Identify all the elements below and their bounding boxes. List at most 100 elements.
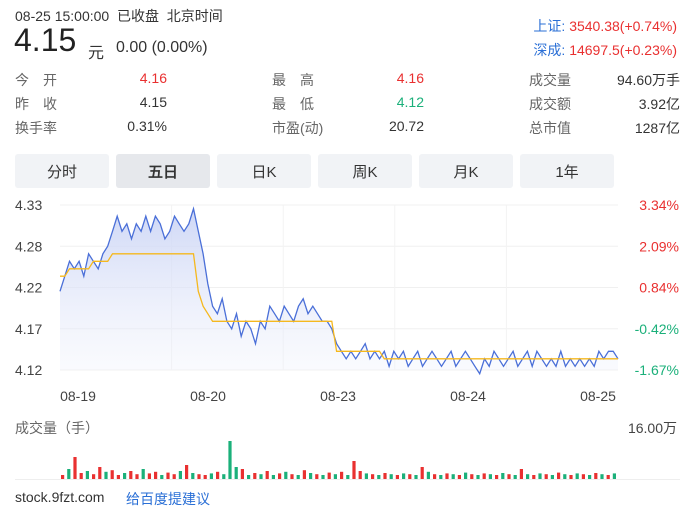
volume-bar — [383, 473, 387, 479]
volume-bar — [513, 475, 517, 479]
period-tabs: 分时 五日 日K 周K 月K 1年 — [15, 154, 633, 188]
volume-bar — [166, 472, 170, 479]
volume-bar — [346, 475, 350, 479]
volume-bar — [321, 475, 325, 479]
price-chart[interactable]: 4.33 3.34% 4.28 2.09% 4.22 0.84% 4.17 -0.42% 4.1… — [0, 195, 687, 415]
volume-bar — [482, 473, 486, 479]
volume-bar — [588, 475, 592, 479]
volume-bar — [612, 473, 616, 479]
volume-bar — [402, 473, 406, 479]
volume-bar — [457, 475, 461, 479]
volume-bar — [377, 475, 381, 479]
volume-bar — [247, 475, 251, 479]
stat-label: 最 高 — [272, 72, 314, 88]
volume-bar — [234, 467, 238, 479]
index-shanghai[interactable]: 上证: 3540.38(+0.74%) — [533, 16, 677, 36]
stat-label: 市盈(动) — [272, 120, 324, 136]
x-tick-label: 08-23 — [320, 388, 356, 404]
volume-bar — [209, 473, 213, 479]
volume-bar — [439, 475, 443, 479]
volume-bar — [433, 474, 437, 479]
y-tick-label: 4.17 — [15, 321, 42, 337]
volume-bar — [557, 472, 561, 479]
volume-bar — [110, 470, 114, 479]
tab-5[interactable]: 1年 — [520, 154, 614, 188]
volume-bar — [395, 475, 399, 479]
volume-bar — [464, 472, 468, 479]
x-tick-label: 08-20 — [190, 388, 226, 404]
volume-bar — [129, 471, 133, 479]
y-tick-label: 4.33 — [15, 197, 42, 213]
volume-chart — [15, 441, 680, 480]
volume-bar — [290, 474, 294, 479]
volume-bar — [470, 474, 474, 479]
stat-label: 昨 收 — [15, 96, 57, 112]
volume-bar — [253, 473, 257, 479]
index-shenzhen[interactable]: 深成: 14697.5(+0.23%) — [533, 40, 677, 60]
volume-bar — [265, 471, 269, 479]
volume-bar — [563, 474, 567, 479]
volume-bar — [581, 474, 585, 479]
x-tick-label: 08-24 — [450, 388, 486, 404]
stat-value: 20.72 — [388, 118, 424, 134]
tab-1[interactable]: 五日 — [116, 154, 210, 188]
volume-bar — [495, 475, 499, 479]
price-unit: 元 — [88, 45, 105, 62]
y-tick-label: 4.22 — [15, 280, 42, 296]
current-price: 4.15 — [14, 22, 77, 58]
volume-bar — [228, 441, 232, 479]
volume-bar — [154, 471, 158, 479]
volume-bar — [79, 473, 83, 479]
volume-title: 成交量（手） — [15, 420, 99, 436]
index-name: 上证: — [533, 18, 566, 34]
volume-bar — [364, 473, 368, 479]
price-area — [60, 208, 618, 374]
price-change: 0.00 (0.00%) — [116, 39, 208, 56]
tab-4[interactable]: 月K — [419, 154, 513, 188]
stat-value: 0.31% — [127, 118, 167, 134]
volume-bar — [594, 473, 598, 479]
volume-bar — [451, 474, 455, 479]
volume-bar — [488, 474, 492, 479]
stat-value: 4.15 — [139, 94, 167, 110]
y-tick-label: 4.12 — [15, 362, 42, 378]
volume-bar — [73, 457, 77, 479]
pct-tick-label: 2.09% — [639, 238, 679, 254]
x-tick-label: 08-25 — [580, 388, 616, 404]
volume-bar — [309, 473, 313, 479]
volume-bar — [501, 473, 505, 479]
stat-label: 今 开 — [15, 72, 57, 88]
volume-bar — [185, 465, 189, 479]
volume-bar — [160, 475, 164, 479]
stat-label: 总市值 — [529, 120, 571, 136]
volume-bar — [575, 473, 579, 479]
volume-bar — [426, 471, 430, 479]
volume-bar — [302, 470, 306, 479]
volume-bar — [569, 475, 573, 479]
tab-0[interactable]: 分时 — [15, 154, 109, 188]
feedback-link[interactable]: 给百度提建议 — [126, 489, 210, 509]
market-status: 已收盘 — [116, 8, 159, 24]
volume-max: 16.00万 — [627, 420, 677, 436]
tab-2[interactable]: 日K — [217, 154, 311, 188]
volume-bar — [135, 474, 139, 479]
stat-label: 最 低 — [272, 96, 314, 112]
tab-3[interactable]: 周K — [318, 154, 412, 188]
volume-bar — [352, 461, 356, 479]
index-value: 14697.5(+0.23%) — [569, 42, 677, 58]
pct-tick-label: 3.34% — [639, 197, 679, 213]
volume-bar — [85, 471, 89, 479]
volume-bar — [197, 474, 201, 479]
volume-bar — [67, 469, 71, 479]
volume-bar — [327, 472, 331, 479]
volume-bar — [507, 474, 511, 479]
stat-value: 1287亿 — [634, 120, 680, 136]
volume-bar — [284, 471, 288, 479]
stat-label: 成交额 — [529, 96, 571, 112]
volume-bar — [333, 474, 337, 479]
volume-bar — [278, 473, 282, 479]
volume-bar — [98, 467, 102, 479]
volume-bar — [178, 471, 182, 479]
volume-bar — [141, 469, 145, 479]
volume-bar — [606, 475, 610, 479]
